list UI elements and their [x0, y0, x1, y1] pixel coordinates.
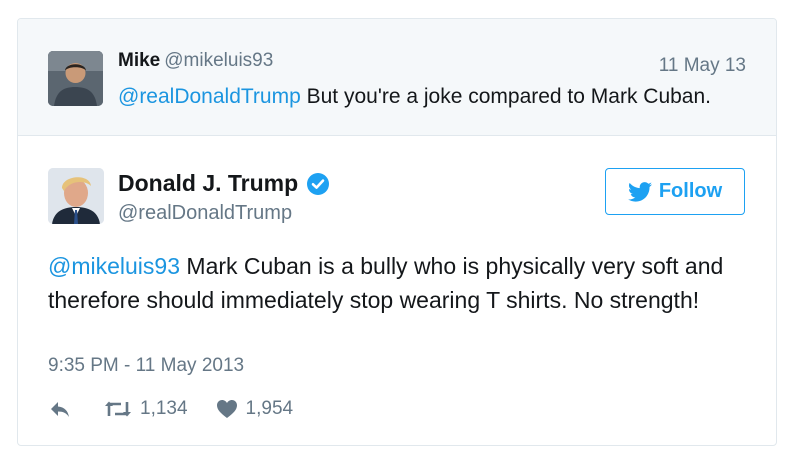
mention-link[interactable]: @mikeluis93 — [48, 253, 180, 279]
tweet-card: Mike @mikeluis93 11 May 13 @realDonaldTru… — [17, 18, 777, 446]
parent-author-name[interactable]: Mike — [118, 50, 160, 71]
twitter-bird-icon — [627, 181, 652, 202]
parent-author-handle[interactable]: @mikeluis93 — [164, 50, 273, 71]
retweet-button[interactable]: 1,134 — [104, 398, 188, 420]
avatar[interactable] — [48, 168, 104, 224]
retweet-icon — [105, 401, 131, 417]
author-handle[interactable]: @realDonaldTrump — [118, 202, 292, 225]
reply-button[interactable] — [48, 399, 74, 419]
like-button[interactable]: 1,954 — [216, 398, 294, 420]
parent-tweet-date[interactable]: 11 May 13 — [659, 55, 746, 77]
parent-author[interactable]: Mike @mikeluis93 — [118, 50, 273, 72]
reply-icon — [51, 402, 69, 417]
parent-tweet-text: @realDonaldTrump But you're a joke compa… — [118, 85, 711, 109]
parent-tweet[interactable]: Mike @mikeluis93 11 May 13 @realDonaldTru… — [18, 19, 776, 136]
parent-tweet-body: But you're a joke compared to Mark Cuban… — [300, 85, 711, 108]
tweet-actions: 1,134 1,954 — [48, 397, 293, 421]
author-name[interactable]: Donald J. Trump — [118, 170, 298, 197]
retweet-count: 1,134 — [140, 398, 188, 419]
parent-mention-link[interactable]: @realDonaldTrump — [118, 85, 301, 108]
tweet-text: @mikeluis93 Mark Cuban is a bully who is… — [48, 249, 738, 317]
author-name-row: Donald J. Trump — [118, 170, 330, 197]
follow-button[interactable]: Follow — [605, 168, 745, 215]
avatar[interactable] — [48, 51, 103, 106]
follow-button-label: Follow — [658, 180, 723, 202]
verified-badge-icon — [306, 172, 330, 196]
like-count: 1,954 — [245, 398, 294, 419]
tweet-timestamp[interactable]: 9:35 PM - 11 May 2013 — [48, 355, 244, 377]
heart-icon — [216, 400, 237, 418]
